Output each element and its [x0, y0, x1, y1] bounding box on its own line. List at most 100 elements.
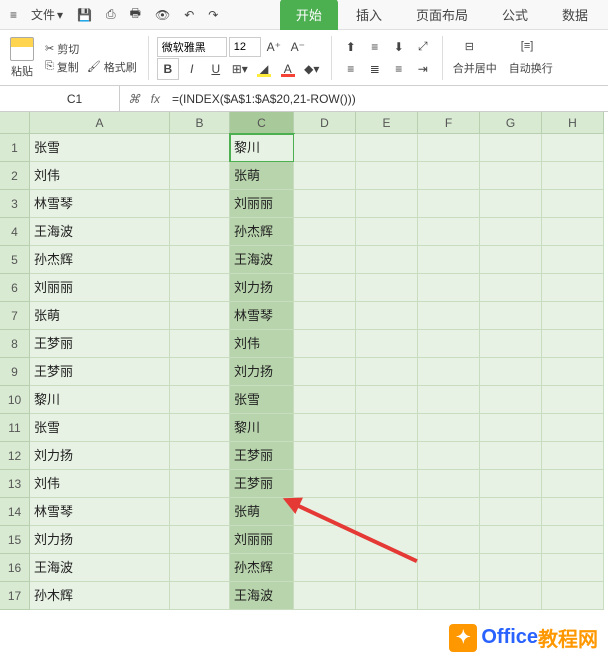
cell[interactable]	[170, 218, 230, 246]
cell[interactable]: 王梦丽	[30, 330, 170, 358]
cell[interactable]: 孙杰辉	[230, 218, 294, 246]
row-header[interactable]: 17	[0, 582, 30, 610]
cell[interactable]	[294, 190, 356, 218]
cell[interactable]	[542, 358, 604, 386]
cell[interactable]: 刘伟	[30, 162, 170, 190]
align-bottom-icon[interactable]: ⬇	[388, 36, 410, 58]
cell[interactable]	[170, 526, 230, 554]
cell[interactable]	[356, 246, 418, 274]
cell[interactable]	[418, 442, 480, 470]
cell[interactable]	[418, 386, 480, 414]
cell[interactable]	[542, 414, 604, 442]
cell[interactable]: 孙木辉	[30, 582, 170, 610]
cell[interactable]	[170, 274, 230, 302]
cell[interactable]: 孙杰辉	[30, 246, 170, 274]
cell[interactable]	[542, 386, 604, 414]
cell[interactable]	[480, 246, 542, 274]
cell[interactable]	[356, 554, 418, 582]
col-header-B[interactable]: B	[170, 112, 230, 134]
cell[interactable]	[356, 582, 418, 610]
cell[interactable]	[480, 442, 542, 470]
cell[interactable]	[294, 246, 356, 274]
cut-button[interactable]: ✂剪切	[42, 40, 140, 58]
file-menu[interactable]: 文件 ▾	[25, 4, 69, 25]
cell[interactable]	[480, 358, 542, 386]
align-middle-icon[interactable]: ≡	[364, 36, 386, 58]
cell[interactable]: 刘丽丽	[30, 274, 170, 302]
cell[interactable]	[542, 554, 604, 582]
cell[interactable]	[542, 134, 604, 162]
row-header[interactable]: 3	[0, 190, 30, 218]
cell[interactable]: 刘丽丽	[230, 190, 294, 218]
cell[interactable]	[542, 442, 604, 470]
underline-button[interactable]: U	[205, 58, 227, 80]
cell[interactable]	[294, 414, 356, 442]
row-header[interactable]: 8	[0, 330, 30, 358]
cell[interactable]	[418, 554, 480, 582]
cell[interactable]	[542, 190, 604, 218]
cell[interactable]	[542, 274, 604, 302]
cell[interactable]	[170, 162, 230, 190]
preview-icon[interactable]: 👁	[149, 6, 176, 24]
cell[interactable]	[418, 526, 480, 554]
fx-icon[interactable]: ⌘ fx	[120, 92, 168, 106]
cell[interactable]	[418, 302, 480, 330]
cell[interactable]	[170, 498, 230, 526]
cell[interactable]	[170, 246, 230, 274]
row-header[interactable]: 4	[0, 218, 30, 246]
indent-icon[interactable]: ⇥	[412, 58, 434, 80]
font-color-button[interactable]: A	[277, 58, 299, 80]
cell[interactable]	[356, 442, 418, 470]
decrease-font-icon[interactable]: A⁻	[287, 36, 309, 58]
cell[interactable]	[418, 414, 480, 442]
cell[interactable]	[418, 498, 480, 526]
row-header[interactable]: 15	[0, 526, 30, 554]
cell[interactable]	[170, 386, 230, 414]
cell[interactable]	[356, 134, 418, 162]
cell[interactable]	[170, 358, 230, 386]
save-icon[interactable]: 💾	[71, 6, 98, 24]
row-header[interactable]: 13	[0, 470, 30, 498]
cell[interactable]	[294, 218, 356, 246]
row-header[interactable]: 11	[0, 414, 30, 442]
cell[interactable]: 王海波	[30, 554, 170, 582]
row-header[interactable]: 7	[0, 302, 30, 330]
cell[interactable]	[356, 470, 418, 498]
cell[interactable]	[418, 246, 480, 274]
cell[interactable]	[542, 526, 604, 554]
cell[interactable]: 王海波	[230, 246, 294, 274]
cell[interactable]: 王海波	[230, 582, 294, 610]
tab-formula[interactable]: 公式	[486, 0, 544, 30]
select-all-corner[interactable]	[0, 112, 30, 134]
cell[interactable]	[356, 386, 418, 414]
cell[interactable]	[480, 302, 542, 330]
cell[interactable]: 刘力扬	[30, 526, 170, 554]
cell[interactable]: 刘丽丽	[230, 526, 294, 554]
row-header[interactable]: 6	[0, 274, 30, 302]
cell[interactable]	[480, 386, 542, 414]
cell[interactable]: 王梦丽	[230, 442, 294, 470]
cell[interactable]	[170, 470, 230, 498]
cell[interactable]	[542, 470, 604, 498]
fill-color-button[interactable]: ◢	[253, 58, 275, 80]
increase-font-icon[interactable]: A⁺	[263, 36, 285, 58]
align-left-icon[interactable]: ≡	[340, 58, 362, 80]
cell[interactable]	[356, 526, 418, 554]
row-header[interactable]: 16	[0, 554, 30, 582]
row-header[interactable]: 10	[0, 386, 30, 414]
cell[interactable]	[418, 190, 480, 218]
cell[interactable]	[294, 582, 356, 610]
row-header[interactable]: 2	[0, 162, 30, 190]
name-box[interactable]: C1	[30, 86, 120, 111]
cell[interactable]: 林雪琴	[230, 302, 294, 330]
cell[interactable]	[418, 470, 480, 498]
cell[interactable]	[294, 274, 356, 302]
cell[interactable]	[542, 302, 604, 330]
cell[interactable]	[542, 582, 604, 610]
col-header-E[interactable]: E	[356, 112, 418, 134]
cell[interactable]	[480, 470, 542, 498]
row-header[interactable]: 5	[0, 246, 30, 274]
format-painter-button[interactable]: 🖌格式刷	[84, 58, 140, 76]
cell[interactable]	[294, 358, 356, 386]
cell[interactable]	[480, 414, 542, 442]
